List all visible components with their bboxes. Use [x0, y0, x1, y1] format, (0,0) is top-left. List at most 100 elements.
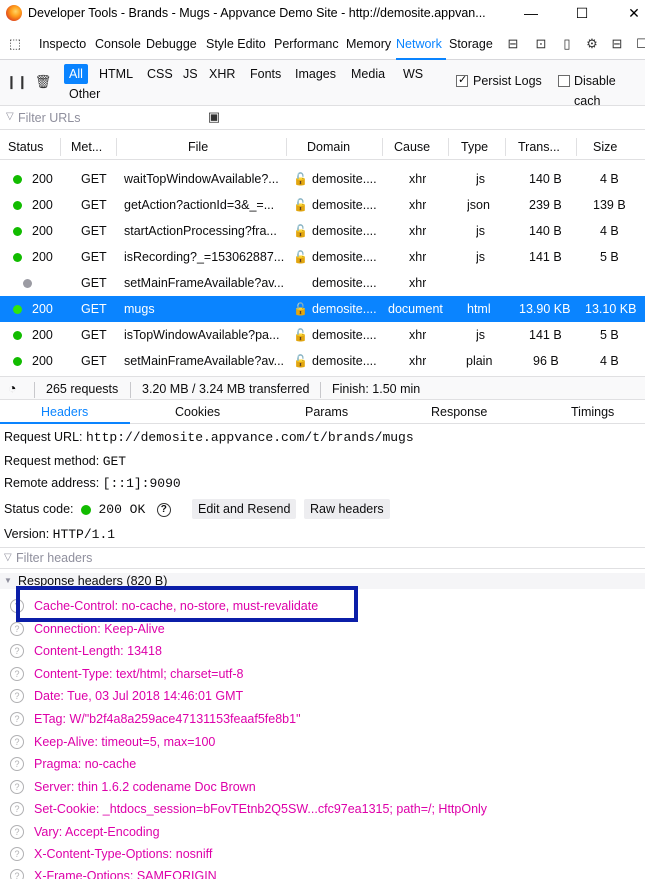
response-header-row[interactable]: ? Content-Length: 13418 [0, 640, 645, 662]
table-row[interactable]: 200 GET waitTopWindowAvailable?... 🔓 dem… [0, 166, 645, 192]
row-domain: demosite.... [312, 172, 377, 186]
response-header-row[interactable]: ? Vary: Accept-Encoding [0, 821, 645, 843]
help-icon[interactable]: ? [10, 622, 24, 636]
filter-urls-field[interactable]: ▽ Filter URLs ▣ [0, 106, 645, 130]
help-icon[interactable]: ? [10, 757, 24, 771]
filter-other[interactable]: Other [64, 84, 105, 104]
status-ok-icon [13, 357, 22, 366]
row-status: 200 [32, 302, 53, 316]
tab-storage[interactable]: Storage [449, 29, 499, 60]
help-icon[interactable]: ? [10, 780, 24, 794]
col-file[interactable]: File [188, 140, 208, 154]
tab-style-editor[interactable]: Style Edito [206, 29, 274, 60]
response-header-row[interactable]: ? ETag: W/"b2f4a8a259ace47131153feaaf5fe… [0, 708, 645, 730]
filter-js[interactable]: JS [178, 64, 203, 84]
col-size[interactable]: Size [593, 140, 617, 154]
tab-console[interactable]: Console [95, 29, 143, 60]
tab-memory[interactable]: Memory [346, 29, 394, 60]
response-header-row[interactable]: ? X-Frame-Options: SAMEORIGIN [0, 865, 645, 879]
col-method[interactable]: Met... [71, 140, 102, 154]
row-status: 200 [32, 198, 53, 212]
tab-debugger[interactable]: Debugge [146, 29, 202, 60]
help-icon[interactable]: ? [10, 735, 24, 749]
insecure-lock-icon: 🔓 [293, 172, 308, 186]
response-header-row[interactable]: ? X-Content-Type-Options: nosniff [0, 843, 645, 865]
status-code-line: Status code: 200 OK ? [4, 502, 171, 517]
tab-params[interactable]: Params [305, 405, 348, 419]
filter-all[interactable]: All [64, 64, 88, 84]
tab-cookies[interactable]: Cookies [175, 405, 220, 419]
row-transferred: 140 B [529, 172, 562, 186]
responsive-design-icon[interactable]: ⊡ [532, 35, 550, 53]
help-icon[interactable]: ? [156, 502, 171, 517]
filter-images[interactable]: Images [290, 64, 341, 84]
insecure-lock-icon: 🔓 [293, 250, 308, 264]
help-icon[interactable]: ? [10, 825, 24, 839]
response-header-row[interactable]: ? Date: Tue, 03 Jul 2018 14:46:01 GMT [0, 685, 645, 707]
table-row[interactable]: GET setMainFrameAvailable?av... demosite… [0, 270, 645, 296]
filter-ws[interactable]: WS [398, 64, 428, 84]
row-file: isTopWindowAvailable?pa... [124, 328, 280, 342]
table-row[interactable]: 200 GET isTopWindowAvailable?pa... 🔓 dem… [0, 322, 645, 348]
response-header-row[interactable]: ? Server: thin 1.6.2 codename Doc Brown [0, 776, 645, 798]
help-icon[interactable]: ? [10, 712, 24, 726]
toggle-details-icon[interactable]: ▣ [205, 108, 223, 126]
table-row-selected[interactable]: 200 GET mugs 🔓 demosite.... document htm… [0, 296, 645, 322]
table-row[interactable]: 200 GET getAction?actionId=3&_=... 🔓 dem… [0, 192, 645, 218]
close-icon[interactable]: ✕ [624, 3, 644, 23]
tab-performance[interactable]: Performanc [274, 29, 342, 60]
help-icon[interactable]: ? [10, 802, 24, 816]
help-icon[interactable]: ? [10, 644, 24, 658]
persist-logs-checkbox[interactable] [456, 73, 468, 87]
tab-network[interactable]: Network [396, 29, 446, 60]
row-size: 4 B [600, 224, 619, 238]
element-picker-icon[interactable]: ⬚ [6, 35, 24, 53]
tab-timings[interactable]: Timings [571, 405, 614, 419]
help-icon[interactable]: ? [10, 667, 24, 681]
screenshot-icon[interactable]: ▯ [558, 35, 576, 53]
response-header-row[interactable]: ? Content-Type: text/html; charset=utf-8 [0, 663, 645, 685]
table-row[interactable]: 200 GET setMainFrameAvailable?av... 🔓 de… [0, 348, 645, 374]
filter-html[interactable]: HTML [94, 64, 138, 84]
trash-icon[interactable]: 🗑 [34, 73, 52, 91]
transferred-total: 3.20 MB / 3.24 MB transferred [142, 382, 310, 396]
more-tools-icon[interactable]: ⊟ [504, 35, 522, 53]
response-header-row[interactable]: ? Keep-Alive: timeout=5, max=100 [0, 731, 645, 753]
performance-analysis-icon[interactable]: ◔ [8, 380, 16, 396]
filter-headers-field[interactable]: ▽ Filter headers [0, 547, 645, 569]
col-type[interactable]: Type [461, 140, 488, 154]
filter-css[interactable]: CSS [142, 64, 178, 84]
table-row[interactable]: 200 GET startActionProcessing?fra... 🔓 d… [0, 218, 645, 244]
header-value: W/"b2f4a8a259ace47131153feaaf5fe8b1" [69, 712, 301, 726]
col-cause[interactable]: Cause [394, 140, 430, 154]
pause-icon[interactable]: ❙❙ [6, 73, 28, 91]
col-domain[interactable]: Domain [307, 140, 350, 154]
help-icon[interactable]: ? [10, 869, 24, 879]
raw-headers-button[interactable]: Raw headers [304, 499, 390, 519]
minimize-icon[interactable]: — [521, 3, 541, 23]
response-header-row[interactable]: ? Pragma: no-cache [0, 753, 645, 775]
help-icon[interactable]: ? [10, 847, 24, 861]
row-method: GET [81, 276, 107, 290]
row-file: setMainFrameAvailable?av... [124, 354, 284, 368]
row-domain: demosite.... [312, 328, 377, 342]
help-icon[interactable]: ? [10, 689, 24, 703]
row-file: waitTopWindowAvailable?... [124, 172, 279, 186]
table-row[interactable]: 200 GET isRecording?_=153062887... 🔓 dem… [0, 244, 645, 270]
response-header-row[interactable]: ? Set-Cookie: _htdocs_session=bFovTEtnb2… [0, 798, 645, 820]
filter-xhr[interactable]: XHR [204, 64, 240, 84]
separate-window-icon[interactable]: ☐ [633, 35, 645, 53]
filter-fonts[interactable]: Fonts [245, 64, 286, 84]
col-transferred[interactable]: Trans... [518, 140, 560, 154]
tab-headers[interactable]: Headers [41, 405, 88, 419]
maximize-icon[interactable]: ☐ [572, 3, 592, 23]
row-file: isRecording?_=153062887... [124, 250, 284, 264]
gear-icon[interactable]: ⚙ [583, 35, 601, 53]
col-status[interactable]: Status [8, 140, 43, 154]
row-domain: demosite.... [312, 354, 377, 368]
edit-and-resend-button[interactable]: Edit and Resend [192, 499, 297, 519]
dock-icon[interactable]: ⊟ [608, 35, 626, 53]
tab-inspector[interactable]: Inspecto [39, 29, 93, 60]
filter-media[interactable]: Media [346, 64, 390, 84]
tab-response[interactable]: Response [431, 405, 487, 419]
